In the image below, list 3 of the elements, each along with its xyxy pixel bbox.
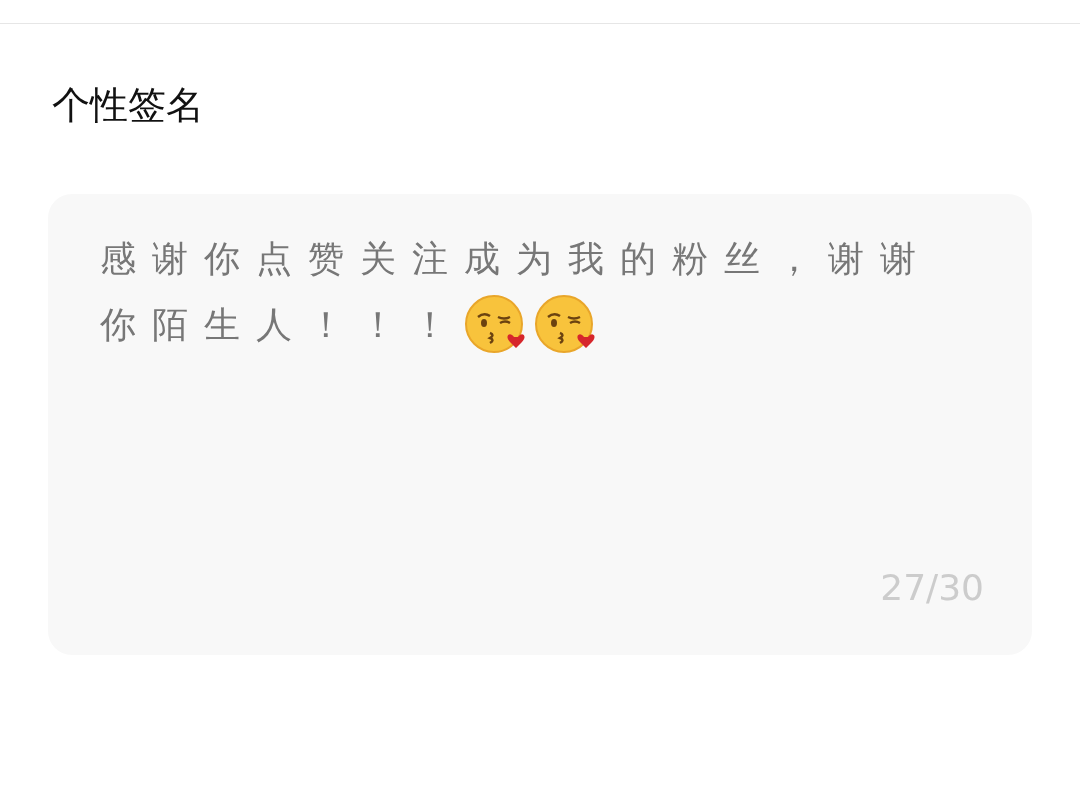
page-title: 个性签名 xyxy=(52,83,204,127)
signature-text-line: 你陌生人！！！ xyxy=(100,303,464,347)
signature-text-line: 感谢你点赞关注成为我的粉丝，谢谢 xyxy=(100,238,932,279)
